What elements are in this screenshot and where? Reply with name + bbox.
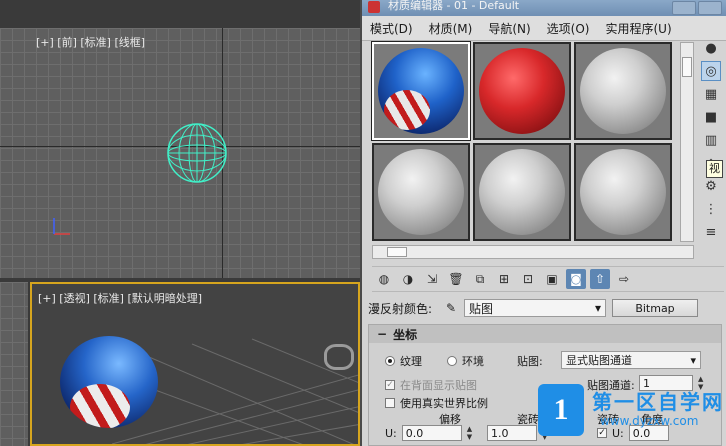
show-end-result-icon[interactable]: ◙ — [566, 269, 586, 289]
real-world-label: 使用真实世界比例 — [400, 397, 488, 410]
gray-sphere-preview — [378, 149, 464, 235]
sample-slot-4[interactable] — [372, 143, 470, 241]
uv-tiling-icon[interactable]: ■ — [701, 107, 721, 127]
left-viewport-strip[interactable] — [0, 282, 28, 446]
mapping-dropdown-value: 显式贴图通道 — [566, 354, 632, 367]
diffuse-label: 漫反射颜色: — [368, 301, 433, 316]
rollout-collapse-icon: − — [377, 327, 388, 341]
menu-bar: 模式(D) 材质(M) 导航(N) 选项(O) 实用程序(U) — [362, 16, 726, 41]
sample-slots — [371, 41, 678, 242]
diffuse-row: 漫反射颜色: ✎ 贴图 ▾ Bitmap — [368, 298, 722, 318]
logo-title: 第一区自学网 — [592, 390, 724, 414]
put-to-scene-icon[interactable]: ◑ — [398, 269, 418, 289]
logo-url: www.dyzxw.com — [600, 414, 699, 428]
select-by-material-icon[interactable]: ⋮ — [701, 199, 721, 219]
sample-slot-6[interactable] — [574, 143, 672, 241]
diffuse-map-dropdown[interactable]: 贴图 ▾ — [464, 299, 606, 317]
u-offset-row: U: 0.0 ▲ ▼ — [385, 425, 475, 441]
ball-stripes — [70, 384, 130, 428]
spinner-arrows-icon[interactable]: ▲▼ — [467, 425, 475, 441]
gray-sphere-preview — [580, 48, 666, 134]
show-on-back-label: 在背面显示贴图 — [400, 379, 477, 392]
go-to-parent-icon[interactable]: ⇧ — [590, 269, 610, 289]
texture-radio-row[interactable]: 纹理 — [385, 353, 422, 369]
rollout-header[interactable]: − 坐标 — [369, 325, 721, 343]
u-offset-field[interactable]: 0.0 — [401, 425, 462, 441]
side-toolbar: ● ◎ ▦ ■ ▥ ◈ ⚙ ⋮ ≡ — [698, 38, 724, 242]
front-viewport-label[interactable]: [+] [前] [标准] [线框] — [36, 34, 145, 50]
rollout-title: 坐标 — [393, 327, 418, 342]
environment-radio[interactable] — [447, 356, 457, 366]
vertical-scroll-thumb[interactable] — [682, 57, 692, 77]
material-editor-titlebar[interactable]: 材质编辑器 - 01 - Default — [362, 0, 726, 16]
go-forward-sibling-icon[interactable]: ⇨ — [614, 269, 634, 289]
make-unique-icon[interactable]: ⧉ — [470, 269, 490, 289]
assign-material-icon[interactable]: ⇲ — [422, 269, 442, 289]
texture-radio[interactable] — [385, 356, 395, 366]
gray-sphere-preview — [479, 149, 565, 235]
maximize-button[interactable] — [698, 1, 722, 15]
sample-slot-5[interactable] — [473, 143, 571, 241]
show-shaded-icon[interactable]: ▣ — [542, 269, 562, 289]
textured-sphere-preview — [378, 48, 464, 134]
material-toolbar: ◍ ◑ ⇲ 🗑 ⧉ ⊞ ⊡ ▣ ◙ ⇧ ⇨ — [372, 266, 724, 292]
chevron-down-icon: ▾ — [690, 353, 696, 367]
environment-radio-label: 环境 — [462, 355, 484, 368]
material-id-icon[interactable]: ⊡ — [518, 269, 538, 289]
get-material-icon[interactable]: ◍ — [374, 269, 394, 289]
mapping-dropdown[interactable]: 显式贴图通道 ▾ — [561, 351, 701, 369]
menu-utilities[interactable]: 实用程序(U) — [605, 20, 671, 37]
put-to-library-icon[interactable]: ⊞ — [494, 269, 514, 289]
sample-slot-1[interactable] — [371, 41, 471, 141]
material-navigator-icon[interactable]: ≡ — [701, 222, 721, 242]
eyedropper-icon[interactable]: ✎ — [444, 301, 458, 315]
textured-ball[interactable] — [60, 336, 158, 428]
sample-slot-2[interactable] — [473, 42, 571, 140]
red-sphere-preview — [479, 48, 565, 134]
material-editor-icon — [368, 1, 380, 13]
logo-mark: 1 — [538, 384, 584, 436]
horizontal-scroll-thumb[interactable] — [387, 247, 407, 257]
reset-map-icon[interactable]: 🗑 — [446, 269, 466, 289]
perspective-viewport-label[interactable]: [+] [透视] [标准] [默认明暗处理] — [38, 290, 202, 306]
show-on-back-row[interactable]: ✓ 在背面显示贴图 — [385, 377, 477, 393]
slots-horizontal-scrollbar[interactable] — [372, 245, 694, 259]
background-object[interactable] — [324, 344, 354, 370]
axis-gizmo-icon — [53, 218, 70, 235]
wireframe-sphere[interactable] — [166, 122, 228, 184]
tooltip: 视 — [706, 160, 723, 178]
slots-vertical-scrollbar[interactable] — [680, 42, 694, 242]
video-color-check-icon[interactable]: ▥ — [701, 130, 721, 150]
window-title: 材质编辑器 - 01 - Default — [388, 0, 520, 12]
material-editor-window: 材质编辑器 - 01 - Default 模式(D) 材质(M) 导航(N) 选… — [360, 0, 726, 446]
u-label: U: — [385, 426, 397, 440]
show-on-back-checkbox[interactable]: ✓ — [385, 380, 395, 390]
options-icon[interactable]: ⚙ — [701, 176, 721, 196]
menu-mode[interactable]: 模式(D) — [370, 20, 413, 37]
mapping-label: 贴图: — [517, 355, 543, 368]
menu-navigation[interactable]: 导航(N) — [488, 20, 530, 37]
texture-radio-label: 纹理 — [400, 355, 422, 368]
diffuse-map-dropdown-value: 贴图 — [469, 301, 494, 316]
front-viewport[interactable]: [+] [前] [标准] [线框] — [0, 28, 360, 278]
sample-type-icon[interactable]: ● — [701, 38, 721, 58]
menu-material[interactable]: 材质(M) — [429, 20, 473, 37]
minimize-button[interactable] — [672, 1, 696, 15]
gray-sphere-preview — [580, 149, 666, 235]
menu-options[interactable]: 选项(O) — [547, 20, 590, 37]
u-tiling-field[interactable]: 1.0 — [487, 425, 537, 441]
perspective-viewport[interactable]: [+] [透视] [标准] [默认明暗处理] — [30, 282, 360, 446]
sample-slot-3[interactable] — [574, 42, 672, 140]
background-icon[interactable]: ▦ — [701, 84, 721, 104]
chevron-down-icon: ▾ — [594, 301, 601, 315]
bitmap-button[interactable]: Bitmap — [612, 299, 698, 317]
backlight-icon[interactable]: ◎ — [701, 61, 721, 81]
real-world-checkbox[interactable] — [385, 398, 395, 408]
watermark-logo: 1 第一区自学网 www.dyzxw.com — [538, 384, 726, 446]
environment-radio-row[interactable]: 环境 — [447, 353, 484, 369]
real-world-row[interactable]: 使用真实世界比例 — [385, 395, 488, 411]
